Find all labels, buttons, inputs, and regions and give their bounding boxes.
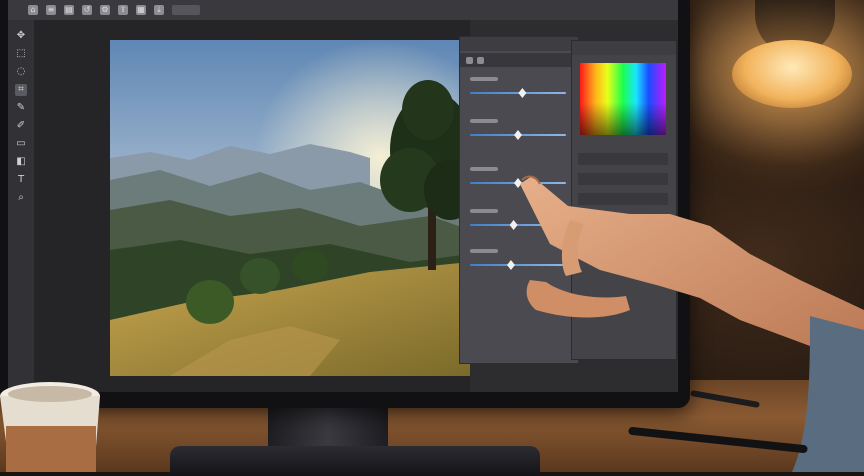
color-panel-row[interactable]: [578, 153, 668, 165]
layers-icon[interactable]: ▤: [64, 5, 74, 15]
slider-label: [470, 119, 498, 123]
grid-icon[interactable]: ▦: [136, 5, 146, 15]
share-icon[interactable]: ⇪: [118, 5, 128, 15]
canvas-area[interactable]: [34, 20, 470, 392]
settings-icon[interactable]: ⚙: [100, 5, 110, 15]
home-icon[interactable]: ⌂: [28, 5, 38, 15]
landscape-photo: [110, 40, 470, 376]
eyedropper-icon[interactable]: ✎: [15, 102, 27, 114]
history-icon[interactable]: ↺: [82, 5, 92, 15]
tools-sidebar: ✥ ⬚ ◌ ⌗ ✎ ✐ ▭ ◧ T ⌕: [8, 20, 34, 392]
slider-thumb[interactable]: [514, 130, 522, 140]
slider-label: [470, 167, 498, 171]
export-icon[interactable]: ⤓: [154, 5, 164, 15]
adjust-icon[interactable]: [466, 56, 473, 64]
marquee-icon[interactable]: ⬚: [15, 48, 27, 60]
move-icon[interactable]: ✥: [15, 30, 27, 42]
crop-icon[interactable]: ⌗: [15, 84, 27, 96]
gradient-icon[interactable]: ◧: [15, 156, 27, 168]
menu-icon[interactable]: ≡: [46, 5, 56, 15]
adjustments-panel-tabs: [460, 53, 578, 67]
adjustment-slider[interactable]: [470, 119, 566, 141]
brush-icon[interactable]: ✐: [15, 120, 27, 132]
pointing-hand: [520, 175, 864, 472]
toolbar-button[interactable]: [172, 5, 200, 15]
desk-lamp: [732, 40, 852, 108]
text-icon[interactable]: T: [15, 174, 27, 186]
slider-thumb[interactable]: [518, 88, 527, 98]
coffee-cup: [0, 382, 100, 472]
color-panel-header: .: [572, 41, 676, 55]
curves-icon[interactable]: [477, 56, 484, 64]
editor-top-bar: ⌂ ≡ ▤ ↺ ⚙ ⇪ ▦ ⤓: [8, 0, 678, 20]
slider-label: [470, 249, 498, 253]
eraser-icon[interactable]: ▭: [15, 138, 27, 150]
slider-label: [470, 77, 498, 81]
color-spectrum[interactable]: [580, 63, 666, 135]
slider-label: [470, 209, 498, 213]
adjustments-panel-header: .: [460, 37, 578, 51]
lasso-icon[interactable]: ◌: [15, 66, 27, 78]
zoom-icon[interactable]: ⌕: [15, 192, 27, 204]
adjustment-slider[interactable]: [470, 77, 566, 99]
